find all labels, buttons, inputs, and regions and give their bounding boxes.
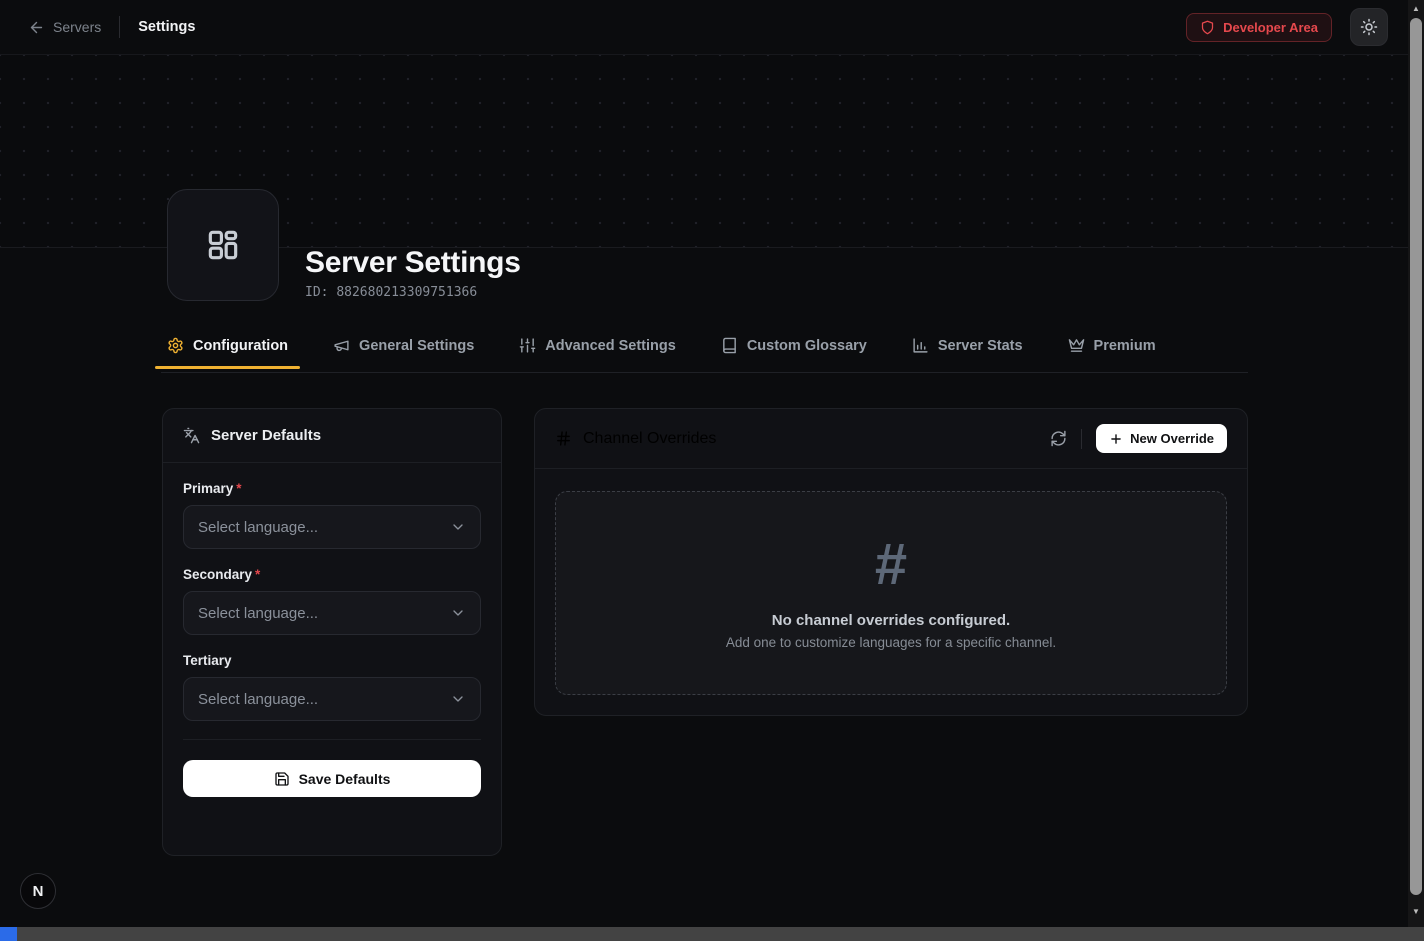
- hash-icon: [555, 430, 572, 447]
- tab-label: General Settings: [359, 338, 474, 354]
- server-id: ID: 882680213309751366: [305, 285, 477, 300]
- channel-overrides-card: Channel Overrides New Override # No chan…: [534, 408, 1248, 716]
- layout-dashboard-icon: [204, 226, 242, 264]
- primary-label: Primary*: [183, 481, 481, 496]
- languages-icon: [183, 427, 200, 444]
- empty-state: # No channel overrides configured. Add o…: [555, 491, 1227, 695]
- server-settings-title: Server Settings: [305, 246, 521, 280]
- new-override-button[interactable]: New Override: [1096, 424, 1227, 453]
- refresh-icon[interactable]: [1050, 430, 1067, 447]
- server-defaults-header: Server Defaults: [163, 409, 501, 463]
- user-avatar[interactable]: N: [20, 873, 56, 909]
- book-icon: [721, 337, 738, 354]
- channel-overrides-header: Channel Overrides New Override: [535, 409, 1247, 469]
- tab-configuration[interactable]: Configuration: [161, 331, 294, 368]
- tab-premium[interactable]: Premium: [1062, 331, 1162, 368]
- server-defaults-card: Server Defaults Primary* Select language…: [162, 408, 502, 856]
- hash-glyph: #: [875, 536, 907, 594]
- tab-label: Premium: [1094, 338, 1156, 354]
- tertiary-label: Tertiary: [183, 653, 481, 668]
- tab-server-stats[interactable]: Server Stats: [906, 331, 1029, 368]
- empty-state-subtitle: Add one to customize languages for a spe…: [726, 635, 1056, 650]
- header-divider: [119, 16, 120, 38]
- save-icon: [274, 771, 290, 787]
- divider: [1081, 429, 1082, 449]
- sun-icon: [1360, 18, 1378, 36]
- tab-advanced-settings[interactable]: Advanced Settings: [513, 331, 682, 368]
- megaphone-icon: [333, 337, 350, 354]
- scroll-up-arrow[interactable]: ▲: [1408, 0, 1424, 16]
- sliders-icon: [519, 337, 536, 354]
- shield-icon: [1200, 20, 1215, 35]
- avatar-letter: N: [33, 883, 44, 900]
- scroll-down-arrow[interactable]: ▼: [1408, 903, 1424, 919]
- tab-general-settings[interactable]: General Settings: [327, 331, 480, 368]
- tab-label: Configuration: [193, 338, 288, 354]
- server-defaults-title: Server Defaults: [211, 427, 321, 444]
- secondary-language-select[interactable]: Select language...: [183, 591, 481, 635]
- developer-area-badge[interactable]: Developer Area: [1186, 13, 1332, 42]
- new-override-label: New Override: [1130, 431, 1214, 446]
- tab-label: Advanced Settings: [545, 338, 676, 354]
- required-asterisk: *: [236, 481, 241, 496]
- primary-language-select[interactable]: Select language...: [183, 505, 481, 549]
- secondary-label: Secondary*: [183, 567, 481, 582]
- empty-state-title: No channel overrides configured.: [772, 612, 1010, 629]
- gear-icon: [167, 337, 184, 354]
- theme-toggle-button[interactable]: [1350, 8, 1388, 46]
- back-to-servers-link[interactable]: Servers: [28, 19, 101, 36]
- tertiary-language-select[interactable]: Select language...: [183, 677, 481, 721]
- crown-icon: [1068, 337, 1085, 354]
- vertical-scrollbar[interactable]: ▲ ▼: [1408, 0, 1424, 927]
- page-title: Settings: [138, 19, 195, 35]
- channel-overrides-title: Channel Overrides: [583, 430, 716, 448]
- select-placeholder: Select language...: [198, 605, 318, 622]
- server-id-value: 882680213309751366: [336, 285, 477, 300]
- arrow-left-icon: [28, 19, 45, 36]
- scrollbar-thumb[interactable]: [1410, 18, 1422, 895]
- app-window: Servers Settings Developer Area Server S…: [0, 0, 1424, 941]
- chevron-down-icon: [450, 519, 466, 535]
- back-link-label: Servers: [53, 19, 101, 35]
- save-defaults-label: Save Defaults: [299, 771, 391, 787]
- tab-label: Server Stats: [938, 338, 1023, 354]
- chevron-down-icon: [450, 691, 466, 707]
- server-avatar: [167, 189, 279, 301]
- developer-area-label: Developer Area: [1223, 20, 1318, 35]
- select-placeholder: Select language...: [198, 691, 318, 708]
- bar-chart-icon: [912, 337, 929, 354]
- server-id-label: ID:: [305, 285, 328, 300]
- required-asterisk: *: [255, 567, 260, 582]
- select-placeholder: Select language...: [198, 519, 318, 536]
- top-bar: Servers Settings Developer Area: [0, 0, 1408, 55]
- corner-blue-square: [0, 927, 17, 941]
- tab-custom-glossary[interactable]: Custom Glossary: [715, 331, 873, 368]
- save-defaults-button[interactable]: Save Defaults: [183, 760, 481, 797]
- horizontal-scrollbar[interactable]: [0, 927, 1424, 941]
- divider: [183, 739, 481, 740]
- plus-icon: [1109, 432, 1123, 446]
- chevron-down-icon: [450, 605, 466, 621]
- tab-label: Custom Glossary: [747, 338, 867, 354]
- settings-tab-bar: Configuration General Settings Advanced …: [161, 331, 1248, 373]
